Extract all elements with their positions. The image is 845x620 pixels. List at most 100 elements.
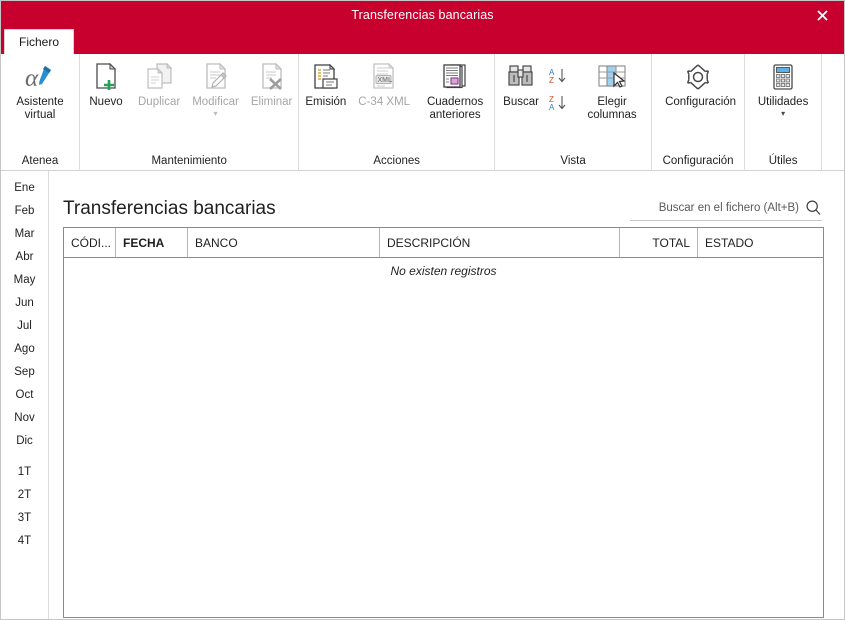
sidebar-item-oct[interactable]: Oct	[1, 383, 48, 406]
ribbon-group-acciones: Emisión XML C-34 XML Cuadernos anteriore…	[298, 54, 494, 171]
utilidades-label: Utilidades	[757, 96, 809, 108]
grid-header-row: CÓDI... FECHA BANCO DESCRIPCIÓN TOTAL ES…	[64, 228, 823, 258]
eliminar-button[interactable]: Eliminar	[245, 58, 299, 109]
sort-buttons: A Z Z A	[547, 58, 573, 117]
c34-xml-button[interactable]: XML C-34 XML	[352, 58, 416, 109]
title-bar: Transferencias bancarias	[1, 1, 844, 29]
ribbon-group-title-vista: Vista	[560, 155, 586, 167]
emision-button[interactable]: Emisión	[299, 58, 352, 109]
svg-text:α: α	[25, 65, 39, 92]
app-window: Transferencias bancarias Fichero α Asist…	[0, 0, 845, 620]
chevron-down-icon[interactable]: ▾	[214, 109, 218, 118]
sidebar-item-2t[interactable]: 2T	[1, 483, 48, 506]
gear-icon	[681, 60, 715, 94]
window-title: Transferencias bancarias	[351, 8, 494, 22]
choose-columns-icon	[595, 60, 629, 94]
grid-column-fecha[interactable]: FECHA	[116, 228, 188, 257]
emision-label: Emisión	[305, 96, 347, 108]
duplicar-label: Duplicar	[138, 96, 181, 108]
sort-descending-icon[interactable]: Z A	[549, 93, 571, 117]
ribbon-group-configuracion: Configuración Configuración	[651, 54, 744, 171]
grid-column-descripcion[interactable]: DESCRIPCIÓN	[380, 228, 620, 257]
alpha-pen-icon: α	[23, 60, 57, 94]
tab-label: Fichero	[19, 35, 60, 49]
svg-text:A: A	[549, 103, 555, 112]
ribbon-group-utiles: Utilidades ▾ Útiles	[744, 54, 821, 171]
delete-document-x-icon	[255, 60, 289, 94]
modificar-button[interactable]: Modificar ▾	[186, 58, 245, 118]
sidebar-item-ene[interactable]: Ene	[1, 176, 48, 199]
search-input[interactable]	[630, 201, 799, 214]
edit-document-pencil-icon	[199, 60, 233, 94]
utilidades-button[interactable]: Utilidades ▾	[745, 58, 821, 118]
sidebar-item-feb[interactable]: Feb	[1, 199, 48, 222]
ribbon-filler	[821, 54, 844, 171]
duplicate-documents-icon	[142, 60, 176, 94]
sidebar-item-jun[interactable]: Jun	[1, 291, 48, 314]
elegir-columnas-button[interactable]: Elegir columnas	[573, 58, 651, 121]
sidebar-item-sep[interactable]: Sep	[1, 360, 48, 383]
svg-text:Z: Z	[549, 76, 554, 85]
nuevo-button[interactable]: Nuevo	[80, 58, 132, 109]
asistente-virtual-label: Asistente virtual	[16, 96, 64, 121]
page-title: Transferencias bancarias	[63, 198, 276, 219]
sidebar-item-abr[interactable]: Abr	[1, 245, 48, 268]
sort-ascending-icon[interactable]: A Z	[549, 66, 571, 90]
xml-document-icon: XML	[367, 60, 401, 94]
calculator-icon	[766, 60, 800, 94]
grid-body: No existen registros	[64, 258, 823, 617]
sidebar-item-jul[interactable]: Jul	[1, 314, 48, 337]
sidebar-item-may[interactable]: May	[1, 268, 48, 291]
ribbon-group-atenea: α Asistente virtual Atenea	[1, 54, 79, 171]
grid-column-codigo[interactable]: CÓDI...	[64, 228, 116, 257]
nuevo-label: Nuevo	[89, 96, 123, 108]
search-box[interactable]	[630, 199, 822, 221]
ribbon-group-title-atenea: Atenea	[21, 155, 59, 167]
close-window-button[interactable]	[800, 1, 844, 29]
search-icon[interactable]	[805, 199, 822, 216]
cuadernos-anteriores-label: Cuadernos anteriores	[426, 96, 484, 121]
close-icon	[816, 9, 828, 21]
sidebar-item-dic[interactable]: Dic	[1, 429, 48, 452]
sidebar-item-1t[interactable]: 1T	[1, 460, 48, 483]
modificar-label: Modificar	[192, 96, 239, 108]
grid-column-banco[interactable]: BANCO	[188, 228, 380, 257]
empty-state-message: No existen registros	[390, 264, 497, 278]
main-content: Transferencias bancarias CÓDI... FECHA	[49, 171, 844, 619]
ribbon-group-mantenimiento: Nuevo Duplicar Modificar ▾ Eliminar Mant…	[79, 54, 298, 171]
asistente-virtual-button[interactable]: α Asistente virtual	[1, 58, 79, 122]
ribbon-group-title-utiles: Útiles	[768, 155, 798, 167]
content-header: Transferencias bancarias	[63, 179, 824, 221]
window-body: Ene Feb Mar Abr May Jun Jul Ago Sep Oct …	[1, 171, 844, 619]
ribbon-group-title-acciones: Acciones	[373, 155, 421, 167]
print-document-icon	[309, 60, 343, 94]
ribbon-toolbar: α Asistente virtual Atenea Nuevo Duplica…	[1, 54, 844, 171]
cuadernos-anteriores-button[interactable]: Cuadernos anteriores	[416, 58, 494, 121]
duplicar-button[interactable]: Duplicar	[132, 58, 186, 109]
buscar-button[interactable]: Buscar	[495, 58, 547, 109]
eliminar-label: Eliminar	[250, 96, 293, 108]
c34-xml-label: C-34 XML	[358, 96, 411, 108]
elegir-columnas-label: Elegir columnas	[587, 96, 637, 121]
ribbon-group-title-configuracion: Configuración	[662, 155, 734, 167]
configuracion-button[interactable]: Configuración	[652, 58, 744, 109]
stacked-documents-icon	[438, 60, 472, 94]
sidebar-item-ago[interactable]: Ago	[1, 337, 48, 360]
ribbon-group-vista: Buscar A Z Z A Elegir columnas Vista	[494, 54, 651, 171]
new-document-plus-icon	[89, 60, 123, 94]
sidebar-item-nov[interactable]: Nov	[1, 406, 48, 429]
sidebar-item-4t[interactable]: 4T	[1, 529, 48, 552]
tab-fichero[interactable]: Fichero	[4, 29, 75, 54]
sidebar-item-3t[interactable]: 3T	[1, 506, 48, 529]
period-sidebar: Ene Feb Mar Abr May Jun Jul Ago Sep Oct …	[1, 171, 49, 619]
tab-strip: Fichero	[1, 29, 844, 54]
sidebar-item-mar[interactable]: Mar	[1, 222, 48, 245]
ribbon-group-title-mantenimiento: Mantenimiento	[151, 155, 227, 167]
grid-column-total[interactable]: TOTAL	[620, 228, 698, 257]
grid-column-estado[interactable]: ESTADO	[698, 228, 823, 257]
binoculars-icon	[504, 60, 538, 94]
configuracion-label: Configuración	[665, 96, 737, 108]
buscar-label: Buscar	[503, 96, 539, 108]
chevron-down-icon[interactable]: ▾	[781, 109, 785, 118]
svg-text:XML: XML	[378, 77, 394, 84]
